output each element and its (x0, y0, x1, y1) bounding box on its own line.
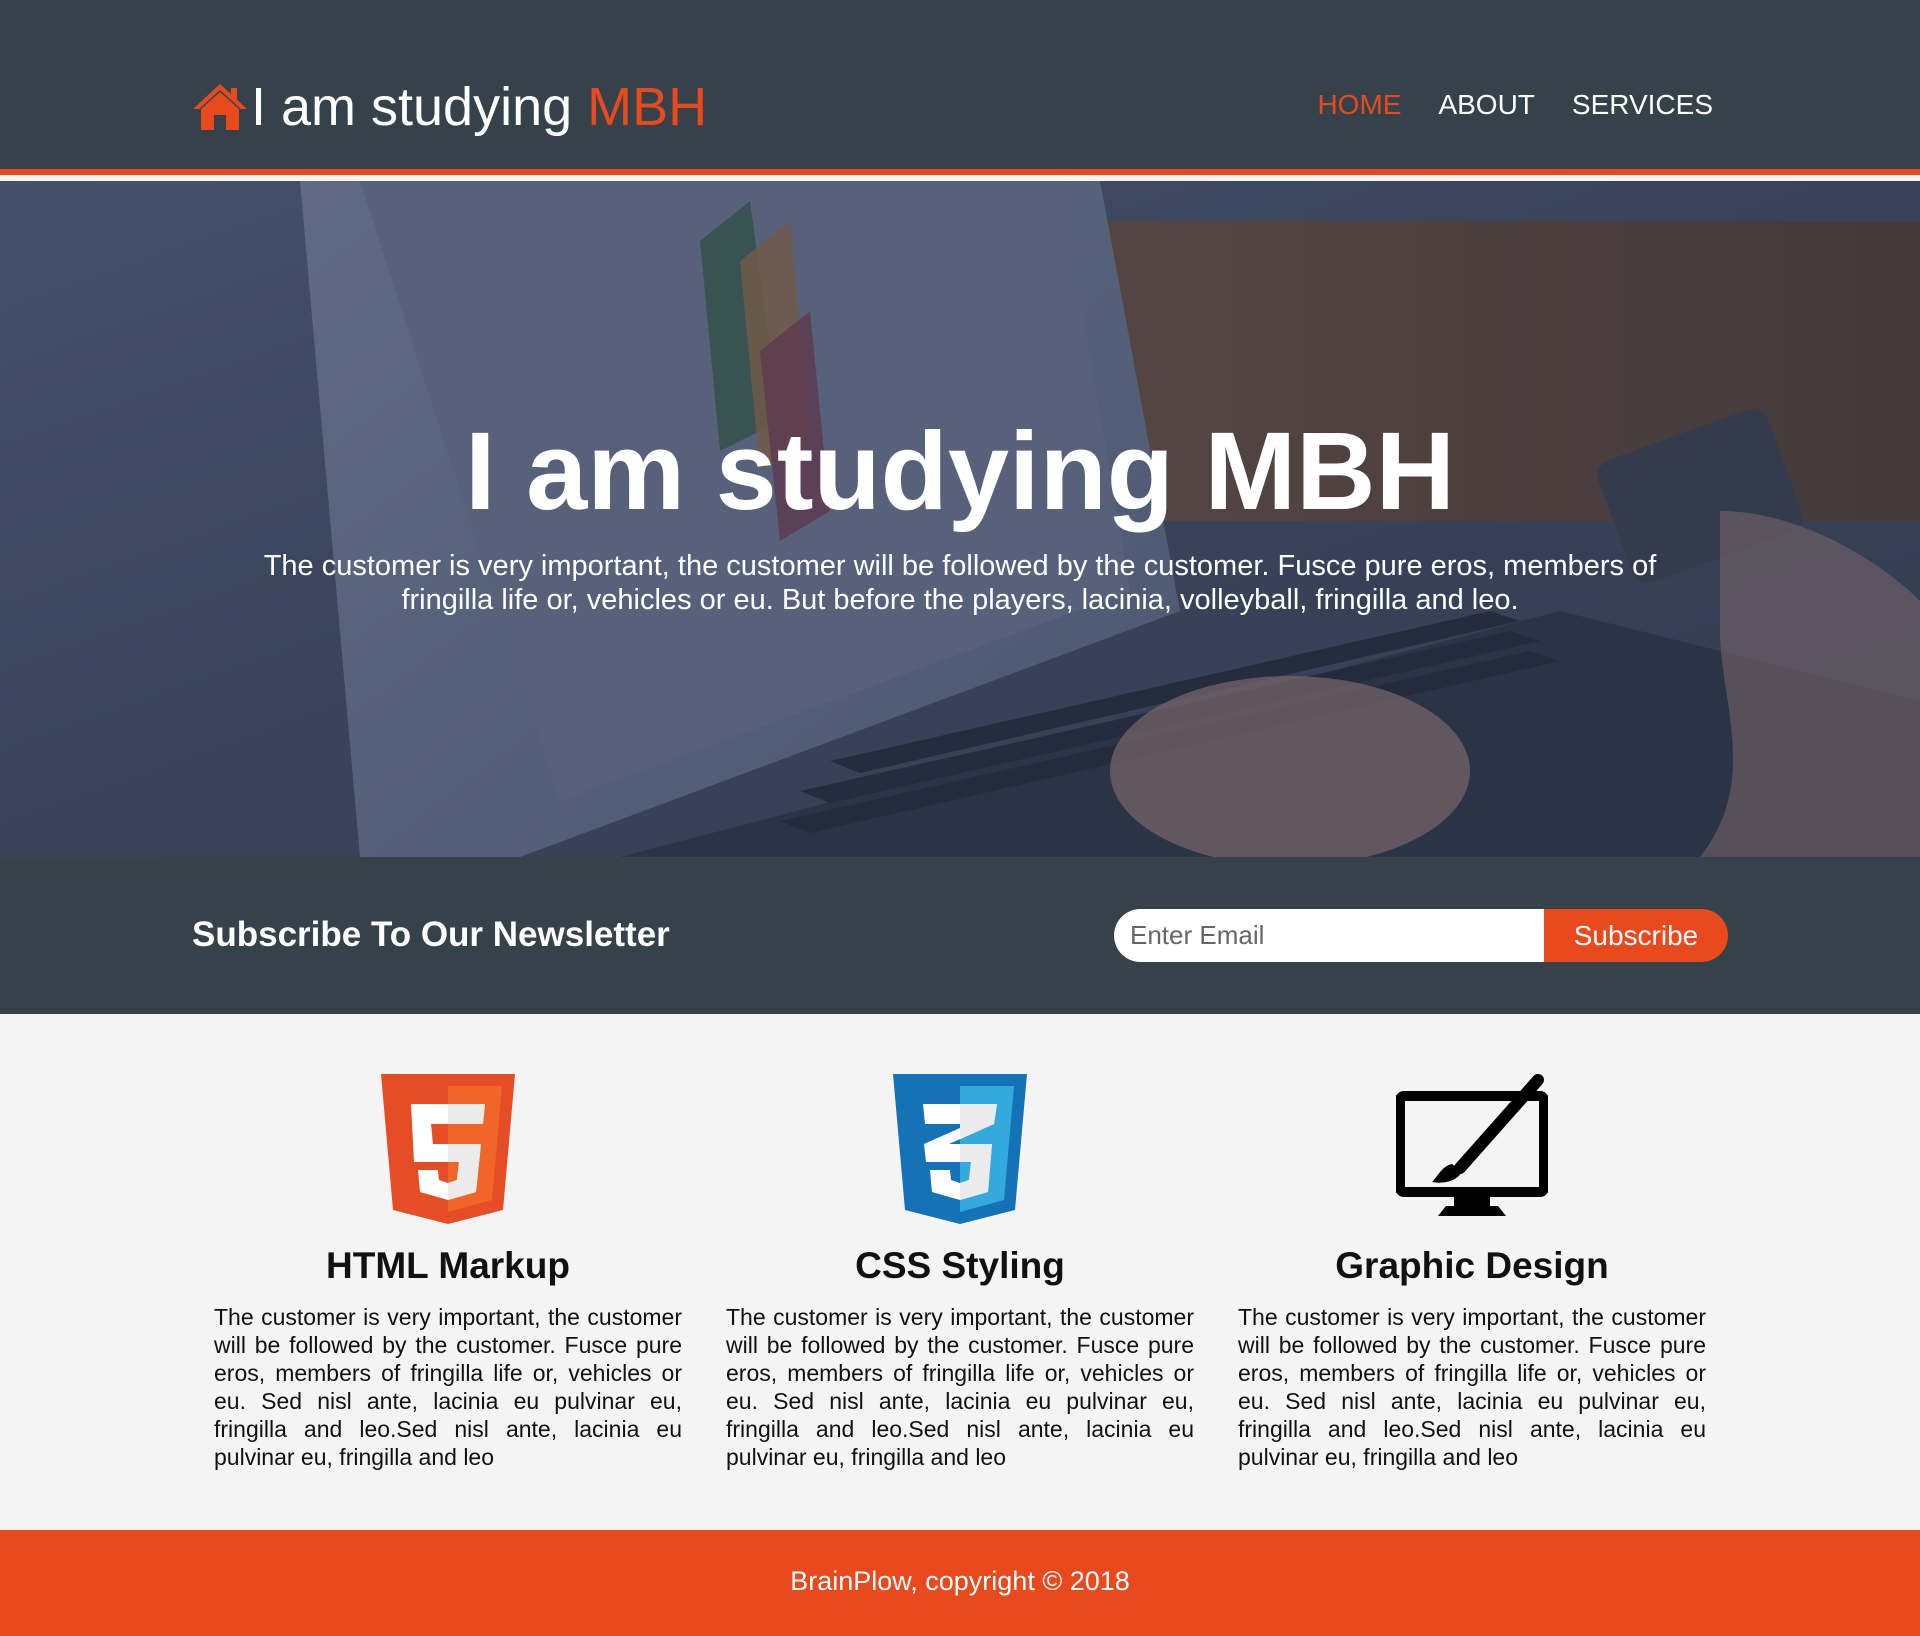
brand-title: I am studying MBH (251, 72, 707, 142)
brand-title-accent: MBH (587, 77, 708, 137)
graphic-design-icon (1396, 1074, 1548, 1216)
feature-text-css: The customer is very important, the cust… (726, 1304, 1194, 1470)
nav-services[interactable]: SERVICES (1572, 86, 1713, 124)
site-footer: BrainPlow, copyright © 2018 (0, 1530, 1920, 1636)
feature-title-graphic: Graphic Design (1335, 1245, 1609, 1286)
feature-title-html: HTML Markup (326, 1245, 570, 1286)
newsletter-title: Subscribe To Our Newsletter (192, 915, 670, 954)
feature-title-css: CSS Styling (855, 1245, 1065, 1286)
email-input[interactable] (1114, 909, 1544, 962)
feature-box-html: HTML Markup The customer is very importa… (214, 1074, 682, 1471)
features-section: HTML Markup The customer is very importa… (0, 1014, 1920, 1530)
newsletter-section: Subscribe To Our Newsletter Subscribe (0, 857, 1920, 1014)
main-nav: HOME ABOUT SERVICES (1317, 86, 1713, 124)
subscribe-button[interactable]: Subscribe (1544, 909, 1728, 962)
feature-text-graphic: The customer is very important, the cust… (1238, 1304, 1706, 1470)
brand-title-main: I am studying (251, 77, 588, 137)
hero-title: I am studying MBH (464, 410, 1456, 533)
brand-logo[interactable]: I am studying MBH (191, 72, 707, 142)
hero-description: The customer is very important, the cust… (263, 550, 1657, 616)
feature-text-html: The customer is very important, the cust… (214, 1304, 682, 1470)
nav-home[interactable]: HOME (1317, 86, 1401, 124)
hero-section: I am studying MBH The customer is very i… (0, 181, 1920, 857)
feature-box-css: CSS Styling The customer is very importa… (726, 1074, 1194, 1471)
copyright-text: BrainPlow, copyright © 2018 (790, 1566, 1130, 1596)
site-header: I am studying MBH HOME ABOUT SERVICES (0, 0, 1920, 175)
home-icon (193, 84, 247, 130)
html5-icon (381, 1074, 515, 1224)
css3-icon (893, 1074, 1027, 1224)
feature-box-graphic: Graphic Design The customer is very impo… (1238, 1074, 1706, 1471)
nav-about[interactable]: ABOUT (1438, 86, 1534, 124)
